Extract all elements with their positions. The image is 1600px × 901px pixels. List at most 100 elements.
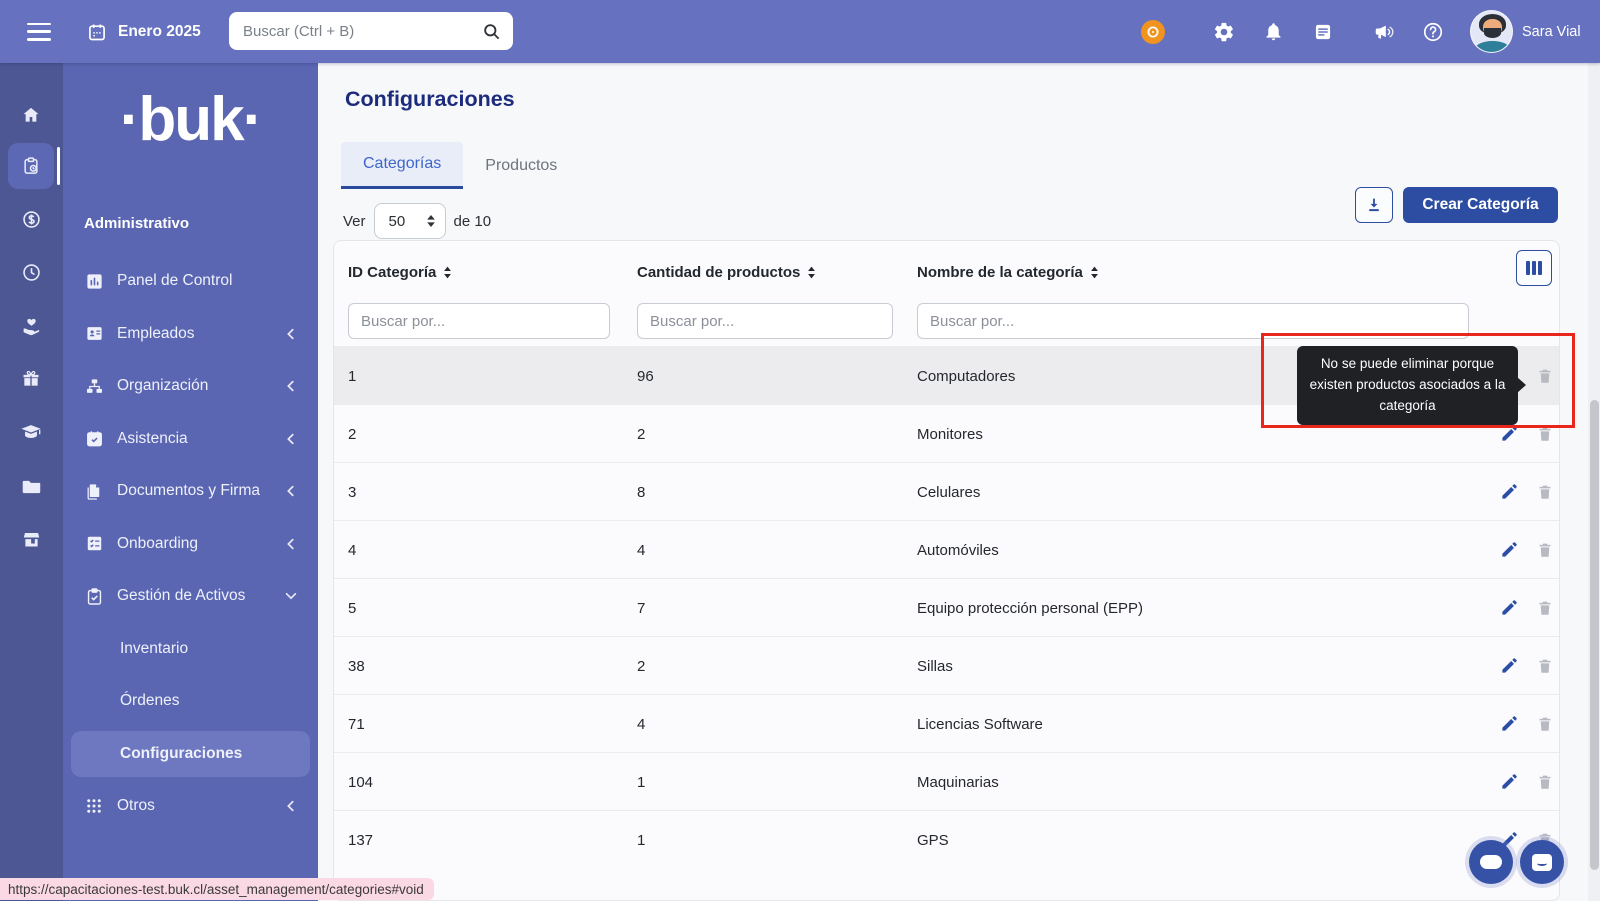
cell-nombre-categoria: Maquinarias — [917, 753, 999, 811]
menu-icon[interactable] — [27, 23, 51, 41]
edit-icon[interactable] — [1498, 713, 1520, 735]
search-icon[interactable] — [482, 22, 501, 41]
delete-icon[interactable] — [1534, 423, 1556, 445]
payroll-icon[interactable] — [8, 196, 54, 242]
folder-icon[interactable] — [8, 463, 54, 509]
cell-nombre-categoria: Licencias Software — [917, 695, 1043, 753]
sidebar-item-onboarding[interactable]: Onboarding — [63, 518, 318, 571]
chevron-left-icon — [284, 379, 298, 393]
news-icon[interactable] — [1311, 20, 1335, 44]
user-name[interactable]: Sara Vial — [1522, 0, 1581, 63]
sidebar-item-asistencia[interactable]: Asistencia — [63, 413, 318, 466]
delete-icon[interactable] — [1534, 713, 1556, 735]
sidebar-item-inventario[interactable]: Inventario — [63, 623, 318, 676]
chevron-down-icon — [284, 589, 298, 603]
cell-nombre-categoria: Automóviles — [917, 521, 999, 579]
sidebar-item-documentos-y-firma[interactable]: Documentos y Firma — [63, 465, 318, 518]
column-header-nombre[interactable]: Nombre de la categoría — [917, 241, 1099, 303]
sidebar-item-panel-de-control[interactable]: Panel de Control — [63, 255, 318, 308]
edit-icon[interactable] — [1498, 481, 1520, 503]
time-icon[interactable] — [8, 249, 54, 295]
settings-icon[interactable] — [1212, 20, 1236, 44]
filter-input-nombre[interactable] — [917, 303, 1469, 339]
chat-fab-button[interactable] — [1469, 840, 1513, 884]
cell-id-categoria: 5 — [348, 579, 356, 637]
table-row[interactable]: 4 4 Automóviles — [334, 520, 1559, 578]
global-search — [229, 12, 513, 50]
table-row[interactable]: 71 4 Licencias Software — [334, 694, 1559, 752]
edit-icon[interactable] — [1498, 597, 1520, 619]
tab-productos[interactable]: Productos — [463, 142, 579, 189]
table-row[interactable]: 104 1 Maquinarias — [334, 752, 1559, 810]
cell-id-categoria: 71 — [348, 695, 365, 753]
sidebar-item-configuraciones[interactable]: Configuraciones — [63, 728, 318, 781]
table-row[interactable]: 5 7 Equipo protección personal (EPP) — [334, 578, 1559, 636]
sidebar-item-organizacion[interactable]: Organización — [63, 360, 318, 413]
edit-icon[interactable] — [1498, 423, 1520, 445]
help-icon[interactable] — [1421, 20, 1445, 44]
notifications-icon[interactable] — [1261, 20, 1285, 44]
cell-cantidad-productos: 96 — [637, 347, 654, 405]
download-button[interactable] — [1355, 187, 1393, 223]
tab-categorias[interactable]: Categorías — [341, 142, 463, 189]
delete-icon[interactable] — [1534, 597, 1556, 619]
storefront-icon[interactable] — [8, 516, 54, 562]
benefits-hand-icon[interactable] — [8, 303, 54, 349]
table-row[interactable]: 137 1 GPS — [334, 810, 1559, 868]
edit-icon[interactable] — [1498, 771, 1520, 793]
create-category-button[interactable]: Crear Categoría — [1403, 187, 1558, 223]
sidebar-item-ordenes[interactable]: Órdenes — [63, 675, 318, 728]
gift-icon[interactable] — [8, 356, 54, 402]
employees-badge-icon — [84, 324, 104, 344]
column-header-id[interactable]: ID Categoría — [348, 241, 452, 303]
main-content: Configuraciones Categorías Productos Ver… — [318, 63, 1600, 901]
delete-icon[interactable] — [1534, 655, 1556, 677]
column-header-cantidad[interactable]: Cantidad de productos — [637, 241, 816, 303]
grid-icon — [84, 796, 104, 816]
cell-id-categoria: 4 — [348, 521, 356, 579]
buk-assistant-icon[interactable] — [1141, 20, 1165, 44]
avatar[interactable] — [1470, 10, 1513, 53]
sidebar-item-otros[interactable]: Otros — [63, 780, 318, 833]
delete-icon[interactable] — [1534, 771, 1556, 793]
support-fab-button[interactable] — [1520, 840, 1564, 884]
edit-icon[interactable] — [1498, 655, 1520, 677]
chevron-left-icon — [284, 327, 298, 341]
sidebar-item-gestion-de-activos[interactable]: Gestión de Activos — [63, 570, 318, 623]
scrollbar[interactable] — [1588, 63, 1600, 901]
home-icon[interactable] — [8, 92, 54, 138]
sidebar-item-empleados[interactable]: Empleados — [63, 308, 318, 361]
search-input[interactable] — [243, 23, 482, 40]
categories-table: ID Categoría Cantidad de productos Nombr… — [333, 240, 1560, 901]
table-row[interactable]: 3 8 Celulares — [334, 462, 1559, 520]
sort-icon[interactable] — [807, 266, 816, 279]
filter-input-id[interactable] — [348, 303, 610, 339]
page-size-select[interactable]: 50 — [374, 203, 446, 239]
filter-input-cantidad[interactable] — [637, 303, 893, 339]
delete-icon[interactable] — [1534, 365, 1556, 387]
sort-icon[interactable] — [1090, 266, 1099, 279]
sort-icon[interactable] — [443, 266, 452, 279]
checklist-icon — [84, 534, 104, 554]
cell-cantidad-productos: 4 — [637, 521, 645, 579]
cell-cantidad-productos: 1 — [637, 753, 645, 811]
dashboard-icon — [84, 271, 104, 291]
cell-cantidad-productos: 1 — [637, 811, 645, 869]
period-label: Enero 2025 — [118, 23, 201, 41]
column-visibility-button[interactable] — [1516, 250, 1552, 286]
calendar-icon — [87, 22, 107, 42]
training-cap-icon[interactable] — [8, 409, 54, 455]
table-row[interactable]: 38 2 Sillas — [334, 636, 1559, 694]
cell-nombre-categoria: Computadores — [917, 347, 1015, 405]
scrollbar-thumb[interactable] — [1590, 400, 1599, 870]
delete-icon[interactable] — [1534, 539, 1556, 561]
table-header: ID Categoría Cantidad de productos Nombr… — [334, 241, 1559, 303]
period-selector[interactable]: Enero 2025 — [87, 22, 201, 42]
edit-icon[interactable] — [1498, 539, 1520, 561]
delete-icon[interactable] — [1534, 481, 1556, 503]
total-label: de 10 — [454, 213, 492, 230]
asset-management-icon[interactable] — [8, 143, 54, 189]
announcements-icon[interactable] — [1372, 20, 1396, 44]
tabs: Categorías Productos — [341, 142, 579, 189]
status-url-bar: https://capacitaciones-test.buk.cl/asset… — [0, 878, 434, 900]
